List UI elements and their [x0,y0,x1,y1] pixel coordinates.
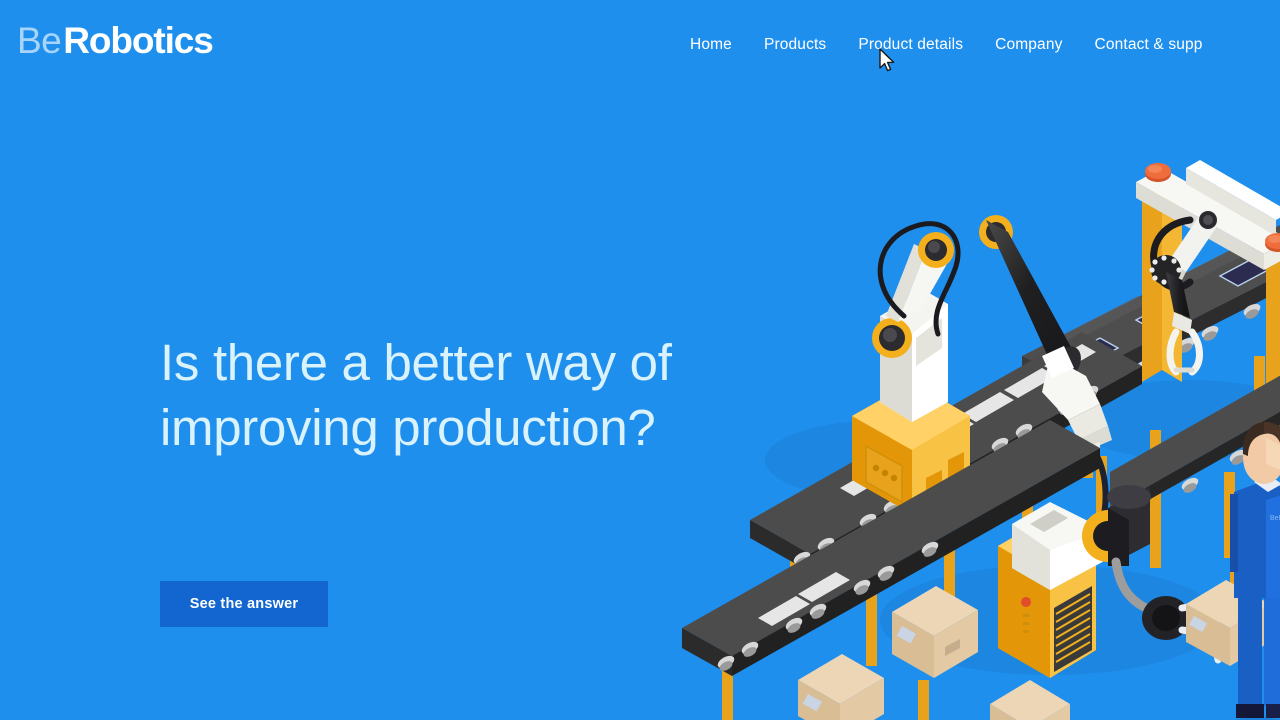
vent-grill [1054,586,1092,672]
cardboard-box-2 [798,654,884,720]
shoulder-joint [872,318,912,358]
factory-worker: BeRobotics [1230,422,1280,720]
conveyor-lower-right [1110,375,1280,612]
hero-section: Is there a better way of improving produ… [160,330,680,460]
nav-item-product-details[interactable]: Product details [858,34,963,56]
base-panel [865,444,903,504]
conveyor-middle [750,332,1142,666]
arm-top-joint [979,215,1013,249]
held-box [1186,580,1270,666]
gantry-frame [1136,160,1280,452]
page-root: Be Robotics Home Products Product details… [0,0,1280,720]
robot-arm-packer [998,485,1270,678]
cardboard-box-3 [990,680,1070,720]
page-title: Is there a better way of improving produ… [160,334,672,456]
packer-yellow-ring [1082,510,1134,562]
main-navigation: Home Products Product details Company Co… [690,34,1203,56]
arm-bolt-ring [1149,255,1182,285]
production-line-illustration: BeRobotics [630,120,1280,720]
gantry-robot-arm [1149,211,1220,376]
see-the-answer-button[interactable]: See the answer [160,581,328,627]
ground-shadows [765,380,1280,675]
conveyor-upper-right [1022,225,1280,558]
logo-light-text: Be [17,20,62,61]
logo-bold-text: Robotics [63,20,214,61]
conveyor-front-boxes [682,420,1100,720]
nav-item-company[interactable]: Company [995,34,1062,56]
nav-item-products[interactable]: Products [764,34,826,56]
nav-item-contact-support[interactable]: Contact & supp [1095,34,1203,56]
status-indicator-light [1021,597,1031,607]
gantry-lamp-right [1265,233,1280,252]
site-logo[interactable]: Be Robotics [17,20,214,61]
conveyor-middle-rollers [793,385,1099,567]
cardboard-box-1 [892,586,978,678]
site-header: Be Robotics Home Products Product details… [0,0,1280,92]
nav-item-home[interactable]: Home [690,34,732,56]
belt-items-upper [1068,259,1270,365]
robot-arm-welder [852,215,1112,531]
elbow-joint [918,232,954,268]
svg-text:BeRobotics: BeRobotics [1270,515,1280,522]
conveyor-rollers [1045,291,1280,421]
gantry-lamp-left [1145,163,1171,182]
